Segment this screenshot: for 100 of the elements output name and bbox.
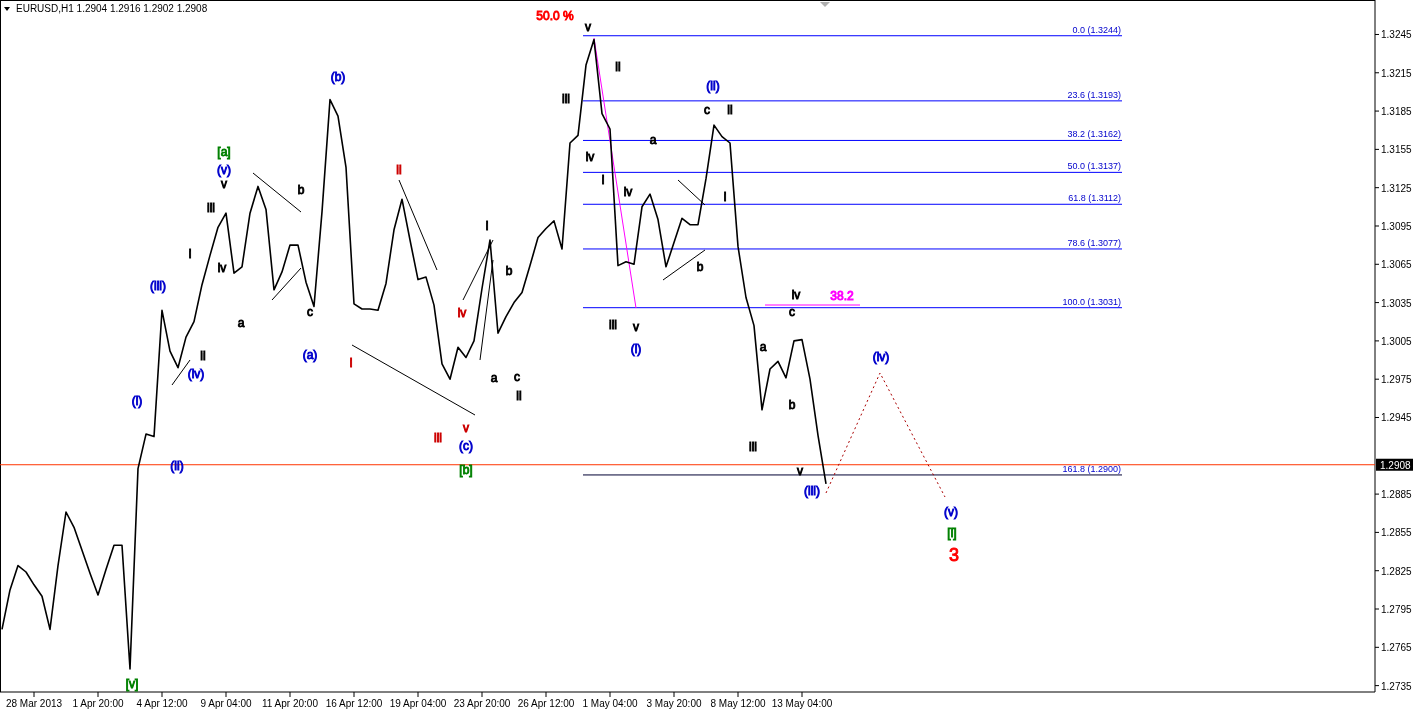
x-axis-label: 13 May 04:00 <box>771 698 833 709</box>
fibonacci-level-label: 100.0 (1.3031) <box>1062 296 1121 307</box>
wave-label: b <box>788 398 796 413</box>
y-axis-label: 1.2945 <box>1381 412 1412 424</box>
wave-label: 3 <box>949 545 959 566</box>
wave-label: (v) <box>217 163 231 178</box>
y-axis-label: 1.3065 <box>1381 259 1412 271</box>
x-axis-label: 1 Apr 20:00 <box>72 698 124 709</box>
y-axis-label: 1.2855 <box>1381 527 1412 539</box>
wave-label: v <box>463 421 469 436</box>
wave-label: (i) <box>131 394 143 409</box>
wave-label: iv <box>791 288 801 303</box>
chart-shift-marker-icon <box>820 2 830 7</box>
wave-label: c <box>704 103 710 118</box>
wave-label: (ii) <box>706 79 720 94</box>
x-axis-label: 11 Apr 20:00 <box>262 698 318 709</box>
fibonacci-level-label: 0.0 (1.3244) <box>1072 24 1121 35</box>
x-axis-label: 9 Apr 04:00 <box>200 698 252 709</box>
fibonacci-level-label: 50.0 (1.3137) <box>1067 161 1121 172</box>
x-axis-label: 28 Mar 2013 <box>5 698 63 709</box>
y-axis-label: 1.3125 <box>1381 182 1412 194</box>
wave-label: iv <box>585 150 595 165</box>
chart-title: EURUSD,H1 1.2904 1.2916 1.2902 1.2908 <box>16 3 208 14</box>
dropdown-triangle-icon[interactable] <box>4 7 10 11</box>
fibonacci-level-label: 38.2 (1.3162) <box>1067 129 1121 140</box>
y-axis-label: 1.3155 <box>1381 144 1412 156</box>
fibonacci-level-label: 161.8 (1.2900) <box>1062 463 1121 474</box>
wave-label: 38.2 <box>830 289 854 304</box>
wave-label: v <box>633 320 639 335</box>
y-axis-label: 1.3095 <box>1381 221 1412 232</box>
y-axis-label: 1.2975 <box>1381 374 1412 386</box>
wave-label: (c) <box>459 439 473 454</box>
x-axis-label: 16 Apr 12:00 <box>325 698 383 709</box>
wave-label: (iv) <box>187 367 205 382</box>
wave-label: [a] <box>217 145 231 160</box>
wave-label: a <box>237 316 245 331</box>
wave-label: v <box>221 177 227 192</box>
wave-label: ii <box>727 103 733 118</box>
wave-label: ii <box>516 389 522 404</box>
y-axis-label: 1.3215 <box>1381 67 1412 79</box>
wave-label: c <box>514 370 520 385</box>
ref-line-label: 1.2908 <box>1380 459 1412 471</box>
wave-label: i <box>349 356 353 371</box>
wave-label: iii <box>749 440 757 455</box>
wave-label: (iii) <box>150 279 166 294</box>
wave-label: iii <box>609 318 617 333</box>
wave-label: i <box>188 247 192 262</box>
wave-label: [v] <box>125 677 139 692</box>
x-axis-label: 23 Apr 20:00 <box>453 698 511 709</box>
y-axis-label: 1.3005 <box>1381 335 1412 347</box>
wave-label: iii <box>562 92 570 107</box>
wave-label: c <box>789 305 795 320</box>
x-axis-label: 26 Apr 12:00 <box>517 698 575 709</box>
wave-label: b <box>696 260 704 275</box>
trend-line <box>677 179 706 206</box>
y-axis-label: 1.3035 <box>1381 297 1412 309</box>
y-axis-label: 1.2885 <box>1381 489 1412 501</box>
wave-label: a <box>759 340 767 355</box>
y-axis-label: 1.3185 <box>1381 106 1412 118</box>
wave-label: b <box>297 183 305 198</box>
y-axis-label: 1.2795 <box>1381 604 1412 615</box>
wave-label: iv <box>217 261 227 276</box>
wave-label: a <box>490 371 498 386</box>
y-axis-label: 1.2735 <box>1381 680 1412 692</box>
x-axis-label: 8 May 12:00 <box>710 698 766 709</box>
x-axis-label: 19 Apr 04:00 <box>389 698 447 709</box>
trend-line <box>252 172 302 213</box>
wave-label: iii <box>434 431 442 446</box>
wave-label: (i) <box>630 342 642 357</box>
wave-label: ii <box>200 349 206 364</box>
x-axis-label: 1 May 04:00 <box>582 698 638 709</box>
wave-label: iv <box>623 185 633 200</box>
wave-label: [i] <box>947 526 957 541</box>
wave-label: i <box>485 219 489 234</box>
wave-label: (b) <box>330 70 346 85</box>
wave-label: (a) <box>302 348 318 363</box>
x-axis-label: 4 Apr 12:00 <box>136 698 188 709</box>
wave-label: ii <box>396 163 402 178</box>
wave-label: v <box>585 20 591 35</box>
wave-label: [b] <box>459 463 473 478</box>
y-axis-label: 1.3245 <box>1381 29 1412 41</box>
wave-label: (iv) <box>872 350 890 365</box>
y-axis-label: 1.2765 <box>1381 642 1412 654</box>
trend-line <box>271 267 302 301</box>
fibonacci-level-label: 78.6 (1.3077) <box>1067 237 1121 248</box>
wave-label: (iii) <box>804 484 820 499</box>
x-axis-label: 3 May 20:00 <box>646 698 702 709</box>
wave-label: c <box>307 305 313 320</box>
trend-line <box>662 249 706 281</box>
wave-label: ii <box>615 60 621 75</box>
wave-label: iv <box>457 306 467 321</box>
wave-label: b <box>505 264 513 279</box>
y-axis-label: 1.2825 <box>1381 565 1412 577</box>
fibonacci-level-label: 61.8 (1.3112) <box>1068 193 1121 204</box>
wave-label: (v) <box>944 505 958 520</box>
fibonacci-level-label: 23.6 (1.3193) <box>1067 89 1121 100</box>
wave-label: iii <box>207 201 215 216</box>
current-price-tag: 1.2908 <box>1376 458 1413 471</box>
wave-label: 50.0 % <box>536 9 574 24</box>
wave-label: i <box>723 190 727 205</box>
